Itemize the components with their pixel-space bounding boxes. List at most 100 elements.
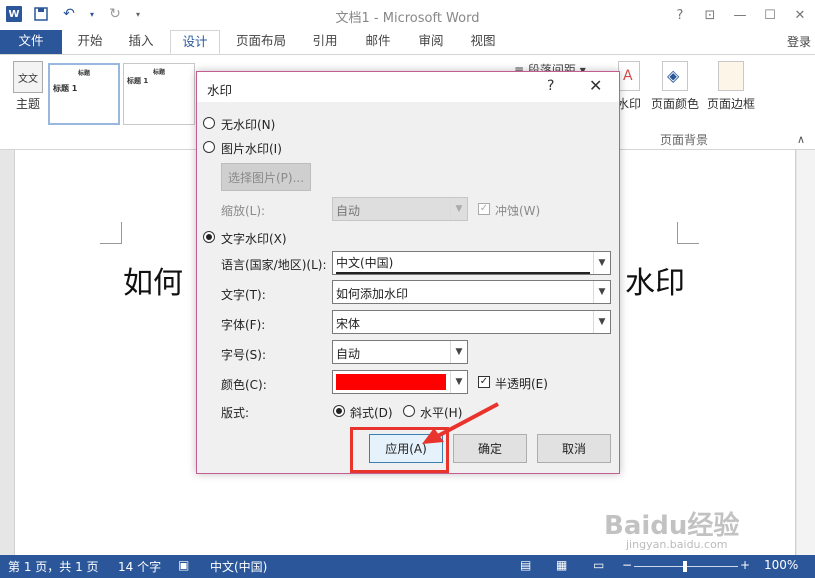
zoom-in-icon[interactable]: + (740, 558, 750, 572)
ribbon-tabs: 文件 开始 插入 设计 页面布局 引用 邮件 审阅 视图 (0, 30, 815, 54)
proofing-icon[interactable]: ▣ (178, 558, 189, 572)
font-label: 字体(F): (221, 318, 266, 332)
chevron-down-icon: ▼ (450, 341, 467, 363)
diagonal-radio[interactable] (333, 405, 345, 417)
status-bar: 第 1 页，共 1 页 14 个字 ▣ 中文(中国) ▤ ▦ ▭ − + 100… (0, 555, 815, 578)
scale-value: 自动 (336, 204, 361, 218)
style-thumb-heading: 标题 1 (127, 77, 149, 85)
print-layout-icon[interactable]: ▦ (556, 558, 567, 572)
close-icon[interactable]: ✕ (785, 0, 815, 30)
text-value: 如何添加水印 (336, 287, 409, 301)
page-background-group: A 水印 ◈ 页面颜色 页面边框 (614, 61, 756, 112)
chevron-down-icon: ▼ (450, 198, 467, 220)
page-color-icon: ◈ (662, 61, 688, 91)
help-icon[interactable]: ? (665, 0, 695, 30)
tab-mailings[interactable]: 邮件 (363, 30, 393, 54)
web-layout-icon[interactable]: ▭ (593, 558, 604, 572)
watermark-dialog: 水印 ? ✕ 无水印(N) 图片水印(I) 选择图片(P)... 缩放(L): … (196, 71, 620, 474)
tab-file[interactable]: 文件 (0, 30, 62, 54)
language-select[interactable]: 中文(中国) ▼ (332, 251, 611, 275)
tab-references[interactable]: 引用 (310, 30, 340, 54)
text-select[interactable]: 如何添加水印 ▼ (332, 280, 611, 304)
page-color-label: 页面颜色 (650, 97, 699, 111)
language-status[interactable]: 中文(中国) (210, 558, 267, 575)
semitransparent-label[interactable]: 半透明(E) (495, 375, 548, 392)
chevron-down-icon: ▼ (593, 281, 610, 303)
layout-label: 版式: (221, 406, 250, 420)
read-mode-icon[interactable]: ▤ (520, 558, 531, 572)
tab-page-layout[interactable]: 页面布局 (233, 30, 289, 54)
page-border-label: 页面边框 (706, 97, 755, 111)
picture-watermark-radio[interactable] (203, 141, 215, 153)
text-label: 文字(T): (221, 288, 266, 302)
style-thumb-heading: 标题 1 (53, 84, 78, 93)
themes-label: 主题 (15, 97, 40, 111)
dialog-help-icon[interactable]: ? (547, 78, 554, 94)
tab-review[interactable]: 审阅 (416, 30, 446, 54)
document-text: 水印 (625, 266, 685, 301)
title-bar: W ↶ ▾ ↻ ▾ 文档1 - Microsoft Word ? ⊡ — ☐ ✕ (0, 0, 815, 30)
diagonal-label[interactable]: 斜式(D) (350, 404, 393, 421)
page-border-icon (718, 61, 744, 91)
scale-label: 缩放(L): (221, 204, 266, 218)
tab-home[interactable]: 开始 (75, 30, 105, 54)
tab-view[interactable]: 视图 (468, 30, 498, 54)
tab-insert[interactable]: 插入 (126, 30, 156, 54)
collapse-ribbon-icon[interactable]: ∧ (797, 133, 805, 146)
zoom-out-icon[interactable]: − (622, 558, 632, 572)
size-select[interactable]: 自动 ▼ (332, 340, 468, 364)
page-count[interactable]: 第 1 页，共 1 页 (8, 558, 99, 575)
picture-watermark-label[interactable]: 图片水印(I) (221, 140, 282, 157)
washout-label: 冲蚀(W) (495, 204, 541, 218)
dialog-close-icon[interactable]: ✕ (589, 76, 602, 95)
cancel-button[interactable]: 取消 (537, 434, 611, 463)
text-watermark-radio[interactable] (203, 231, 215, 243)
semitransparent-checkbox[interactable]: ✓ (478, 376, 490, 388)
font-value: 宋体 (336, 317, 361, 331)
chevron-down-icon: ▼ (593, 252, 610, 274)
word-count[interactable]: 14 个字 (118, 558, 161, 575)
margin-mark (677, 222, 699, 244)
ribbon-display-options-icon[interactable]: ⊡ (695, 0, 725, 30)
language-label: 语言(国家/地区)(L): (221, 258, 327, 272)
washout-checkbox[interactable]: ✓ (478, 203, 490, 215)
style-thumb-title: 标题 (152, 69, 165, 76)
minimize-icon[interactable]: — (725, 0, 755, 30)
document-text: 如何 (123, 266, 183, 301)
size-label: 字号(S): (221, 348, 267, 362)
vertical-scrollbar[interactable] (797, 150, 815, 555)
margin-mark (100, 222, 122, 244)
zoom-level[interactable]: 100% (764, 558, 798, 572)
no-watermark-radio[interactable] (203, 117, 215, 129)
annotation-arrow-icon (422, 402, 499, 444)
scale-select[interactable]: 自动 ▼ (332, 197, 468, 221)
color-swatch (336, 374, 446, 390)
style-set-gallery: 标题 标题 1 标题 标题 1 (48, 63, 198, 135)
window-controls: ? ⊡ — ☐ ✕ (665, 0, 815, 30)
language-value: 中文(中国) (336, 254, 590, 274)
maximize-icon[interactable]: ☐ (755, 0, 785, 30)
color-label: 颜色(C): (221, 378, 267, 392)
baidu-watermark-logo: Baidu经验 (604, 511, 740, 541)
dialog-title-bar: 水印 ? ✕ (197, 72, 619, 102)
dialog-title: 水印 (207, 83, 233, 98)
text-watermark-label[interactable]: 文字水印(X) (221, 230, 287, 247)
size-value: 自动 (336, 347, 361, 361)
zoom-slider-thumb[interactable] (683, 561, 687, 572)
style-set-thumb[interactable]: 标题 标题 1 (123, 63, 195, 125)
no-watermark-label[interactable]: 无水印(N) (221, 116, 275, 133)
font-select[interactable]: 宋体 ▼ (332, 310, 611, 334)
horizontal-radio[interactable] (403, 405, 415, 417)
tab-design[interactable]: 设计 (170, 30, 220, 54)
page-border-button[interactable]: 页面边框 (706, 61, 756, 112)
color-select[interactable]: ▼ (332, 370, 468, 394)
themes-button[interactable]: 文文 主题 (8, 61, 48, 112)
chevron-down-icon: ▼ (593, 311, 610, 333)
group-label-page-background: 页面背景 (660, 133, 709, 147)
style-set-thumb[interactable]: 标题 标题 1 (48, 63, 120, 125)
watermark-icon: A (618, 61, 640, 91)
page-color-button[interactable]: ◈ 页面颜色 (650, 61, 700, 112)
chevron-down-icon: ▼ (450, 371, 467, 393)
login-link[interactable]: 登录 (787, 33, 811, 50)
select-picture-button[interactable]: 选择图片(P)... (221, 163, 311, 191)
